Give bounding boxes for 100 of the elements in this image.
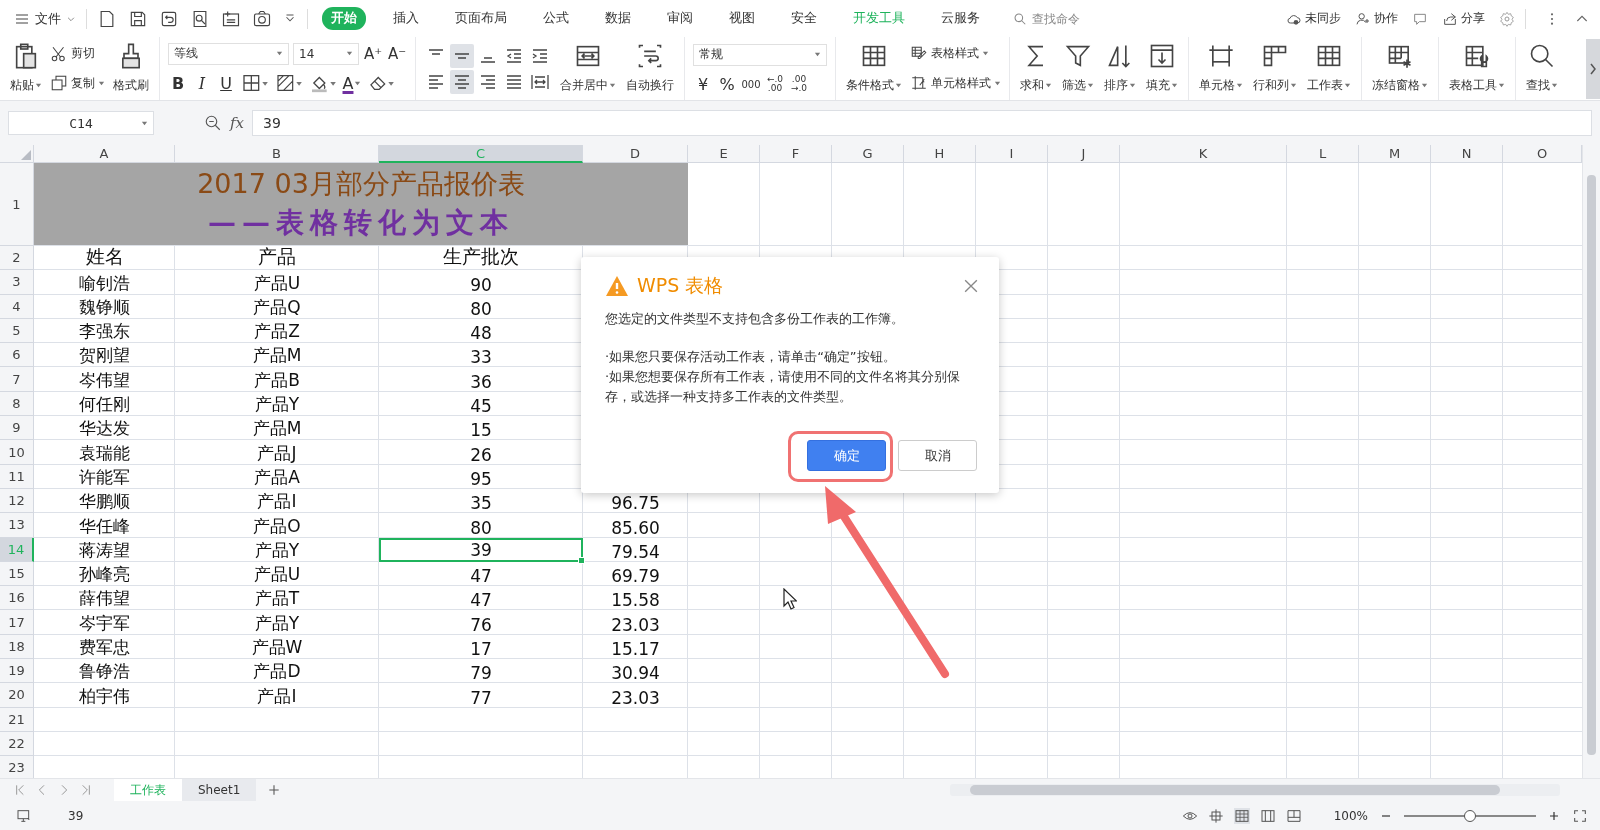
font-size-button[interactable]: A⁺	[363, 44, 383, 63]
font-size-button[interactable]: A⁻	[387, 44, 407, 63]
column-header[interactable]: E	[688, 145, 760, 163]
ribbon-button[interactable]: 排序	[1102, 39, 1138, 98]
ribbon-button[interactable]: 求和	[1018, 39, 1054, 98]
row-header[interactable]: 9	[0, 416, 34, 441]
row-header[interactable]: 11	[0, 464, 34, 489]
collaborate-button[interactable]: 协作	[1355, 10, 1398, 27]
row-header[interactable]: 17	[0, 610, 34, 635]
number-format-dropdown[interactable]: 常规	[693, 43, 827, 66]
ribbon-button[interactable]: 复制	[50, 74, 105, 93]
confirm-button[interactable]: 确定	[807, 440, 886, 471]
column-header[interactable]: H	[904, 145, 976, 163]
ribbon-tab[interactable]: 视图	[720, 7, 764, 30]
ribbon-tab[interactable]: 安全	[782, 7, 826, 30]
ribbon-tab[interactable]: 数据	[596, 7, 640, 30]
slider-thumb[interactable]	[1464, 809, 1476, 822]
column-header[interactable]: G	[832, 145, 904, 163]
row-header[interactable]: 8	[0, 391, 34, 417]
row-header[interactable]: 7	[0, 367, 34, 392]
crosshair-icon[interactable]	[1207, 807, 1224, 824]
ribbon-button[interactable]: 工作表	[1305, 39, 1353, 98]
normal-view-icon[interactable]	[1233, 807, 1250, 824]
row-header[interactable]: 10	[0, 440, 34, 465]
row-header[interactable]: 12	[0, 488, 34, 514]
font-dropdown[interactable]: 等线	[168, 42, 289, 65]
zoom-level[interactable]: 100%	[1333, 808, 1368, 823]
row-header[interactable]: 21	[0, 707, 34, 732]
ribbon-button[interactable]: 条件格式	[844, 39, 904, 98]
number-format-button[interactable]: ¥	[693, 74, 713, 94]
font-style-button[interactable]: I	[192, 73, 212, 93]
sync-status-button[interactable]: 未同步	[1286, 10, 1341, 27]
function-label[interactable]: fx	[230, 114, 244, 132]
ribbon-button[interactable]: 粘贴	[8, 39, 44, 98]
ribbon-tab[interactable]: 公式	[534, 7, 578, 30]
monitor-icon[interactable]	[16, 807, 32, 824]
ribbon-button[interactable]: 单元格	[1197, 39, 1245, 98]
ribbon-button[interactable]: 行和列	[1251, 39, 1299, 98]
row-header[interactable]: 13	[0, 513, 34, 538]
row-header[interactable]: 3	[0, 270, 34, 295]
column-header[interactable]: K	[1120, 145, 1287, 163]
row-header[interactable]: 18	[0, 634, 34, 660]
ribbon-button[interactable]: 表格样式	[910, 44, 1001, 63]
font-style-button[interactable]: U	[216, 73, 236, 93]
align-center-icon[interactable]	[450, 69, 474, 94]
row-header[interactable]: 20	[0, 683, 34, 708]
row-header[interactable]: 5	[0, 318, 34, 344]
row-header[interactable]: 16	[0, 586, 34, 611]
zoom-out-icon[interactable]	[204, 114, 222, 132]
formula-input[interactable]: 39	[252, 110, 1592, 136]
search-field[interactable]: 查找命令	[1013, 10, 1114, 27]
row-header[interactable]: 15	[0, 561, 34, 587]
column-header[interactable]: M	[1359, 145, 1431, 163]
vertical-scrollbar[interactable]	[1582, 145, 1600, 778]
page-layout-icon[interactable]	[1259, 807, 1276, 824]
cancel-button[interactable]: 取消	[898, 440, 977, 471]
decimal-button[interactable]: .00 →.0	[789, 75, 809, 93]
row-header[interactable]: 19	[0, 659, 34, 684]
font-size-dropdown[interactable]: 14	[293, 42, 359, 65]
ribbon-button[interactable]: 冻结窗格	[1370, 39, 1430, 98]
font-color-button[interactable]: A	[342, 73, 362, 93]
ribbon-button[interactable]: 格式刷	[111, 39, 151, 98]
row-header[interactable]: 2	[0, 246, 34, 271]
column-header[interactable]: I	[976, 145, 1048, 163]
share-button[interactable]: 分享	[1442, 10, 1485, 27]
number-format-button[interactable]: %	[717, 74, 737, 94]
ribbon-button[interactable]: 自动换行	[624, 39, 676, 98]
active-cell[interactable]: 39	[379, 537, 583, 562]
ribbon-tab[interactable]: 审阅	[658, 7, 702, 30]
font-style-button[interactable]: B	[168, 73, 188, 93]
row-header[interactable]: 6	[0, 343, 34, 368]
row-header[interactable]: 23	[0, 756, 34, 778]
row-header[interactable]: 22	[0, 731, 34, 757]
column-header[interactable]: F	[760, 145, 832, 163]
zoom-slider[interactable]	[1404, 809, 1536, 822]
align-middle-icon[interactable]	[450, 43, 474, 68]
ribbon-button[interactable]: 表格工具	[1447, 39, 1507, 98]
ribbon-button[interactable]: 单元格样式	[910, 74, 1001, 93]
column-header[interactable]: L	[1287, 145, 1359, 163]
ribbon-tab[interactable]: 云服务	[932, 7, 989, 30]
ribbon-button[interactable]: 填充	[1144, 39, 1180, 98]
row-header[interactable]: 1	[0, 163, 34, 246]
ribbon-tab[interactable]: 插入	[384, 7, 428, 30]
horizontal-scrollbar[interactable]	[950, 784, 1560, 796]
name-box[interactable]: C14	[8, 111, 154, 135]
column-header[interactable]: J	[1048, 145, 1120, 163]
camera-icon[interactable]	[252, 8, 272, 29]
sheet-tab[interactable]: Sheet1	[182, 779, 257, 801]
row-header[interactable]: 4	[0, 294, 34, 319]
decimal-button[interactable]: ←.0 .00	[765, 75, 785, 93]
ribbon-button[interactable]: 合并居中	[558, 39, 618, 98]
ribbon-button[interactable]: 筛选	[1060, 39, 1096, 98]
book-view-icon[interactable]	[1285, 807, 1302, 824]
ribbon-tab[interactable]: 页面布局	[446, 7, 516, 30]
column-header[interactable]: N	[1431, 145, 1503, 163]
file-menu[interactable]: 文件	[14, 9, 76, 28]
ribbon-button[interactable]: 剪切	[50, 44, 105, 63]
ribbon-button[interactable]: 查找	[1524, 39, 1560, 98]
thousands-button[interactable]: 000	[741, 78, 761, 90]
fullscreen-icon[interactable]	[1572, 807, 1588, 824]
